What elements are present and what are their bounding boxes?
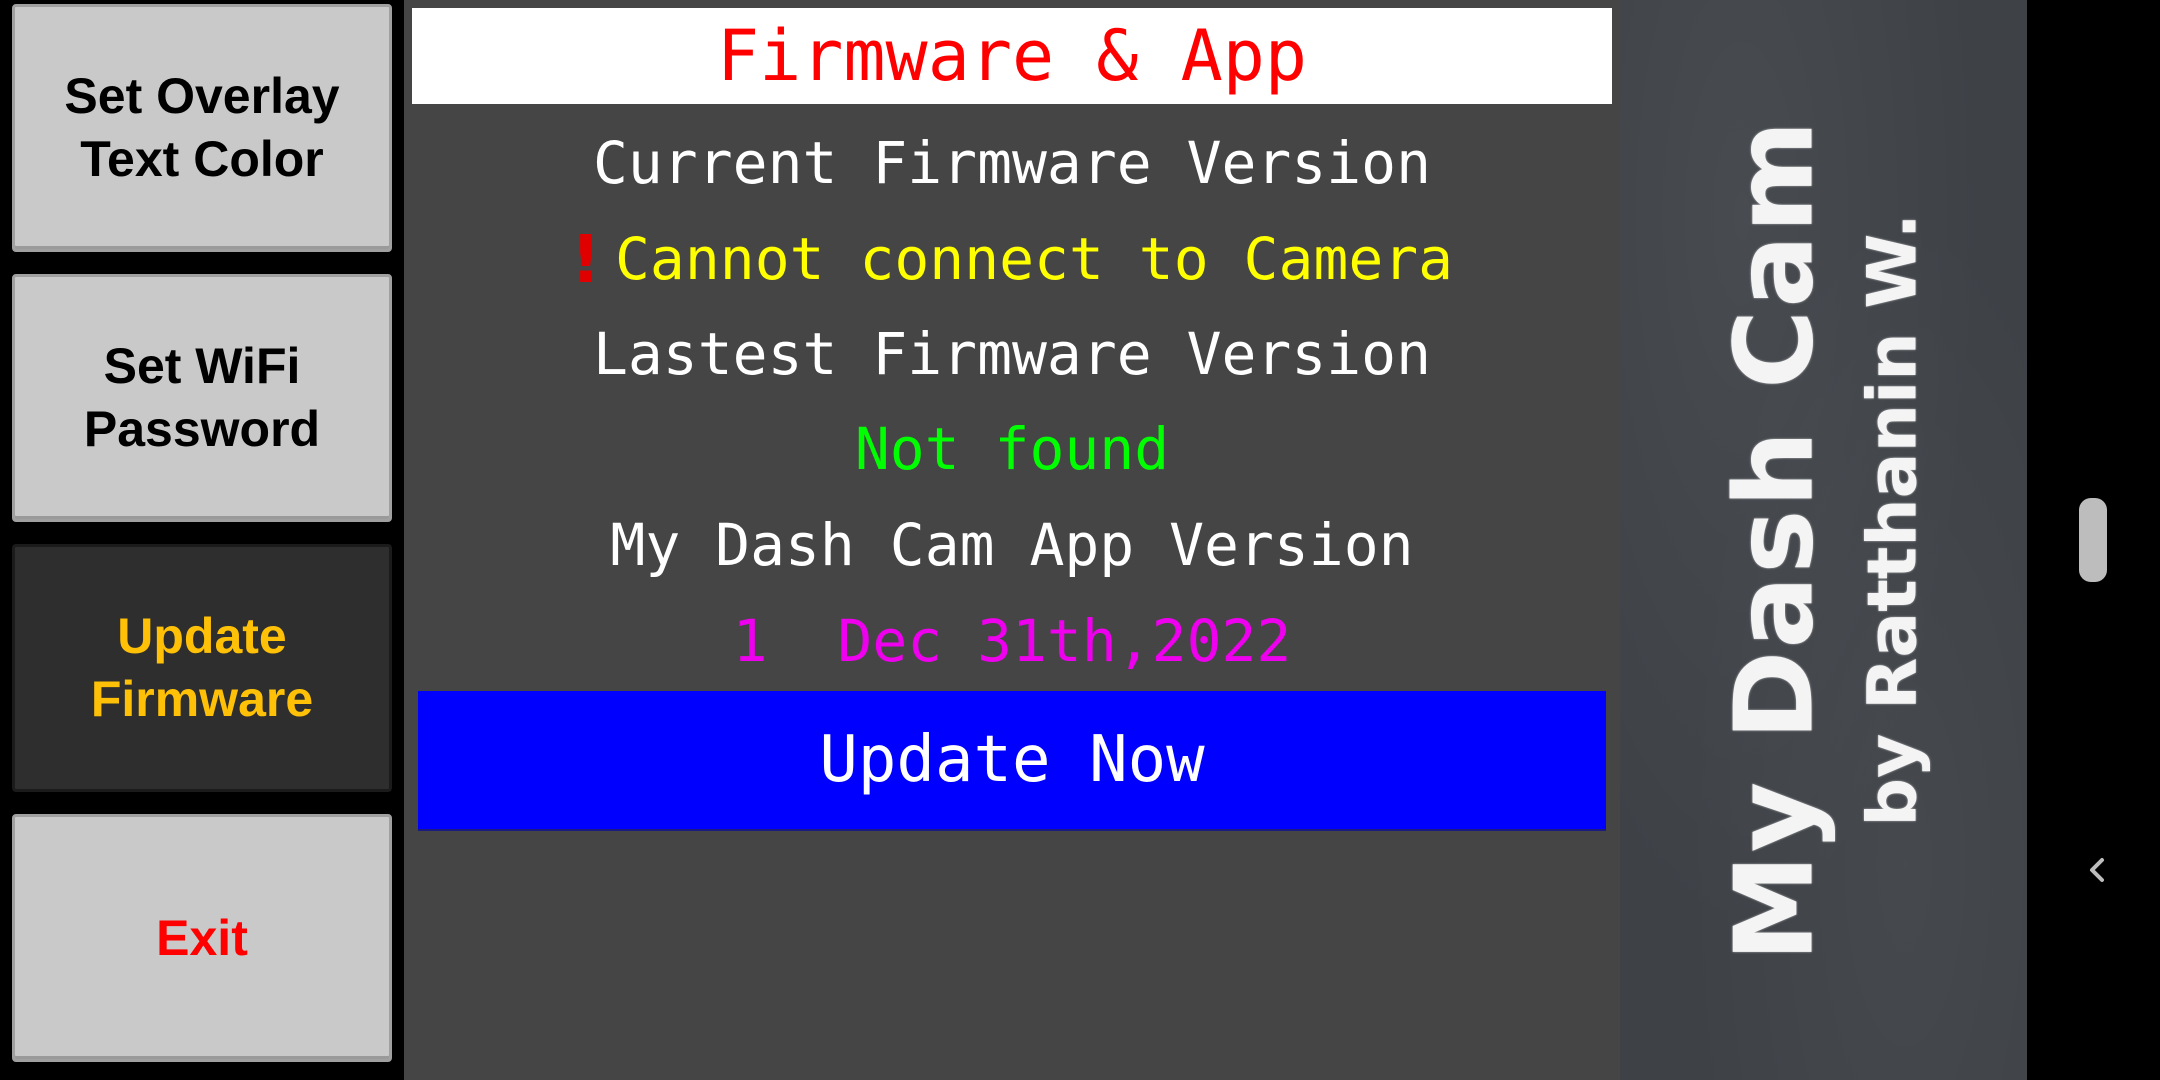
app-version-label: My Dash Cam App Version [610, 511, 1414, 579]
exit-button[interactable]: Exit [12, 814, 392, 1062]
set-overlay-text-color-button[interactable]: Set Overlay Text Color [12, 4, 392, 252]
brand-byline: by Ratthanin W. [1853, 213, 1933, 827]
latest-firmware-label: Lastest Firmware Version [592, 320, 1432, 388]
brand-chalkboard: My Dash Cam by Ratthanin W. [1620, 0, 2027, 1080]
update-firmware-button[interactable]: Update Firmware [12, 544, 392, 792]
current-firmware-status: ! Cannot connect to Camera [404, 214, 1620, 304]
set-wifi-password-button[interactable]: Set WiFi Password [12, 274, 392, 522]
firmware-panel: Firmware & App Current Firmware Version … [404, 0, 1620, 1080]
panel-title: Firmware & App [412, 8, 1612, 104]
current-firmware-label: Current Firmware Version [592, 129, 1432, 197]
brand-title: My Dash Cam [1712, 118, 1838, 962]
side-menu: Set Overlay Text Color Set WiFi Password… [0, 0, 404, 1080]
exclamation-icon: ! [570, 220, 602, 298]
back-chevron-icon[interactable] [2078, 850, 2118, 890]
scroll-handle[interactable] [2079, 498, 2107, 582]
update-now-button[interactable]: Update Now [418, 691, 1606, 829]
latest-firmware-value: Not found [854, 415, 1170, 483]
app-version-value: 1 Dec 31th,2022 [732, 607, 1292, 675]
current-firmware-value: Cannot connect to Camera [615, 225, 1454, 293]
dash-cam-screen: Set Overlay Text Color Set WiFi Password… [0, 0, 2160, 1080]
